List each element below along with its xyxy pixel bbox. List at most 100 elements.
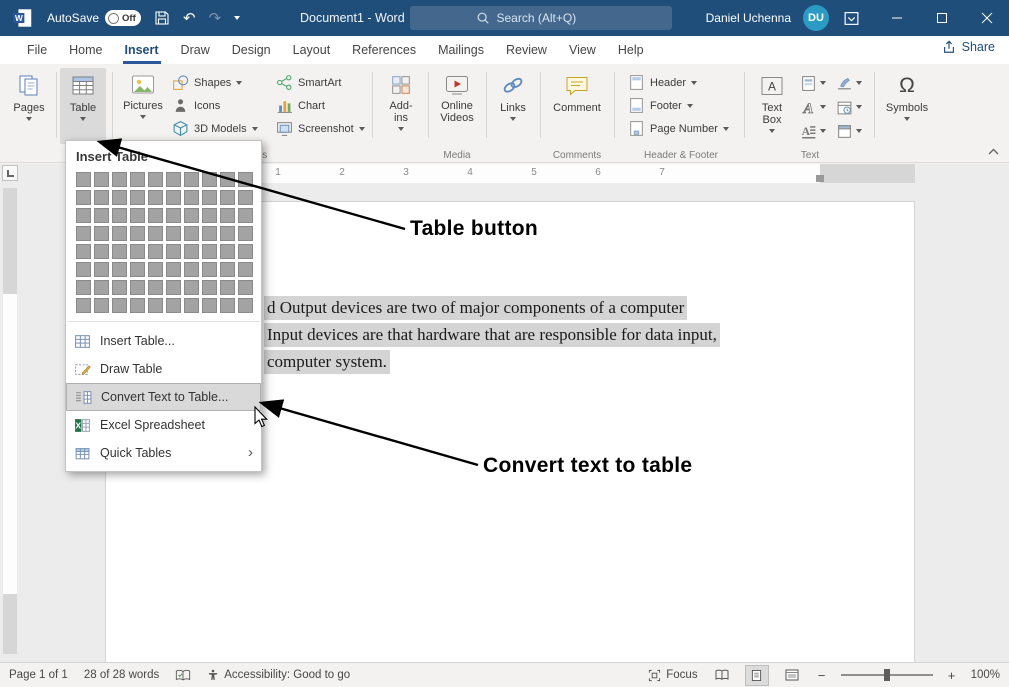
tab-stop-selector[interactable] xyxy=(2,165,18,181)
date-time-button[interactable] xyxy=(836,96,862,118)
table-size-grid[interactable] xyxy=(76,172,251,313)
table-grid-cell[interactable] xyxy=(130,262,145,277)
tab-help[interactable]: Help xyxy=(607,36,655,64)
table-grid-cell[interactable] xyxy=(94,208,109,223)
table-grid-cell[interactable] xyxy=(94,244,109,259)
table-grid-cell[interactable] xyxy=(238,280,253,295)
close-button[interactable] xyxy=(964,0,1009,36)
table-grid-cell[interactable] xyxy=(148,262,163,277)
table-grid-cell[interactable] xyxy=(112,298,127,313)
table-grid-cell[interactable] xyxy=(220,262,235,277)
table-grid-cell[interactable] xyxy=(112,262,127,277)
pages-button[interactable]: Pages xyxy=(6,68,52,144)
zoom-out-button[interactable]: − xyxy=(816,668,828,683)
table-grid-cell[interactable] xyxy=(76,298,91,313)
table-grid-cell[interactable] xyxy=(220,280,235,295)
table-grid-cell[interactable] xyxy=(202,244,217,259)
symbols-button[interactable]: Ω Symbols xyxy=(884,68,930,144)
table-grid-cell[interactable] xyxy=(94,172,109,187)
table-grid-cell[interactable] xyxy=(130,190,145,205)
table-grid-cell[interactable] xyxy=(94,226,109,241)
online-videos-button[interactable]: Online Videos xyxy=(432,68,482,144)
maximize-button[interactable] xyxy=(919,0,964,36)
table-grid-cell[interactable] xyxy=(130,226,145,241)
menu-item-convert-text-to-table[interactable]: Convert Text to Table... xyxy=(66,383,261,411)
shapes-button[interactable]: Shapes xyxy=(172,72,258,93)
table-grid-cell[interactable] xyxy=(184,298,199,313)
smartart-button[interactable]: SmartArt xyxy=(276,72,365,93)
search-input[interactable] xyxy=(497,11,607,25)
table-grid-cell[interactable] xyxy=(148,208,163,223)
table-grid-cell[interactable] xyxy=(76,280,91,295)
table-grid-cell[interactable] xyxy=(202,280,217,295)
table-grid-cell[interactable] xyxy=(220,172,235,187)
focus-button[interactable]: Focus xyxy=(648,669,697,682)
table-grid-cell[interactable] xyxy=(166,208,181,223)
zoom-slider-thumb[interactable] xyxy=(884,669,890,681)
footer-button[interactable]: Footer xyxy=(628,95,729,116)
table-grid-cell[interactable] xyxy=(220,298,235,313)
table-grid-cell[interactable] xyxy=(166,172,181,187)
tab-insert[interactable]: Insert xyxy=(114,36,170,64)
table-grid-cell[interactable] xyxy=(76,244,91,259)
table-grid-cell[interactable] xyxy=(220,208,235,223)
table-grid-cell[interactable] xyxy=(76,226,91,241)
table-grid-cell[interactable] xyxy=(94,262,109,277)
minimize-button[interactable] xyxy=(874,0,919,36)
table-grid-cell[interactable] xyxy=(184,226,199,241)
tab-review[interactable]: Review xyxy=(495,36,558,64)
tab-references[interactable]: References xyxy=(341,36,427,64)
comment-button[interactable]: Comment xyxy=(546,68,608,144)
table-grid-cell[interactable] xyxy=(238,190,253,205)
table-grid-cell[interactable] xyxy=(166,226,181,241)
table-grid-cell[interactable] xyxy=(148,244,163,259)
table-grid-cell[interactable] xyxy=(112,280,127,295)
document-text-line[interactable]: Input devices are that hardware that are… xyxy=(264,323,720,347)
table-grid-cell[interactable] xyxy=(148,280,163,295)
menu-item-draw-table[interactable]: Draw Table xyxy=(66,355,261,383)
tab-design[interactable]: Design xyxy=(221,36,282,64)
table-grid-cell[interactable] xyxy=(130,244,145,259)
table-grid-cell[interactable] xyxy=(202,262,217,277)
signature-line-button[interactable] xyxy=(836,72,862,94)
table-grid-cell[interactable] xyxy=(202,226,217,241)
page-indicator[interactable]: Page 1 of 1 xyxy=(9,669,68,681)
quick-access-chevron-icon[interactable] xyxy=(234,16,240,20)
right-indent-marker[interactable] xyxy=(816,175,824,182)
table-grid-cell[interactable] xyxy=(76,190,91,205)
table-grid-cell[interactable] xyxy=(166,244,181,259)
table-grid-cell[interactable] xyxy=(220,226,235,241)
page-number-button[interactable]: Page Number xyxy=(628,118,729,139)
menu-item-quick-tables[interactable]: Quick Tables › xyxy=(66,439,261,467)
web-layout-button[interactable] xyxy=(781,666,803,685)
table-grid-cell[interactable] xyxy=(112,190,127,205)
table-grid-cell[interactable] xyxy=(148,226,163,241)
table-grid-cell[interactable] xyxy=(130,298,145,313)
table-grid-cell[interactable] xyxy=(166,298,181,313)
chart-button[interactable]: Chart xyxy=(276,95,365,116)
tab-layout[interactable]: Layout xyxy=(282,36,342,64)
accessibility-status[interactable]: Accessibility: Good to go xyxy=(207,669,350,681)
document-text-line[interactable]: d Output devices are two of major compon… xyxy=(264,296,687,320)
tab-home[interactable]: Home xyxy=(58,36,113,64)
table-grid-cell[interactable] xyxy=(220,244,235,259)
tab-draw[interactable]: Draw xyxy=(170,36,221,64)
table-grid-cell[interactable] xyxy=(184,262,199,277)
tab-mailings[interactable]: Mailings xyxy=(427,36,495,64)
save-icon[interactable] xyxy=(154,10,170,26)
table-grid-cell[interactable] xyxy=(94,298,109,313)
table-button[interactable]: Table xyxy=(60,68,106,144)
table-grid-cell[interactable] xyxy=(112,226,127,241)
table-grid-cell[interactable] xyxy=(94,280,109,295)
table-grid-cell[interactable] xyxy=(130,280,145,295)
autosave-toggle[interactable]: AutoSave Off xyxy=(47,10,141,26)
table-grid-cell[interactable] xyxy=(166,190,181,205)
pictures-button[interactable]: Pictures xyxy=(120,68,166,144)
ribbon-display-options-icon[interactable] xyxy=(843,10,860,27)
redo-icon[interactable]: ↷ xyxy=(209,11,222,26)
table-grid-cell[interactable] xyxy=(238,262,253,277)
links-button[interactable]: Links xyxy=(490,68,536,144)
table-grid-cell[interactable] xyxy=(184,208,199,223)
table-grid-cell[interactable] xyxy=(220,190,235,205)
table-grid-cell[interactable] xyxy=(184,280,199,295)
